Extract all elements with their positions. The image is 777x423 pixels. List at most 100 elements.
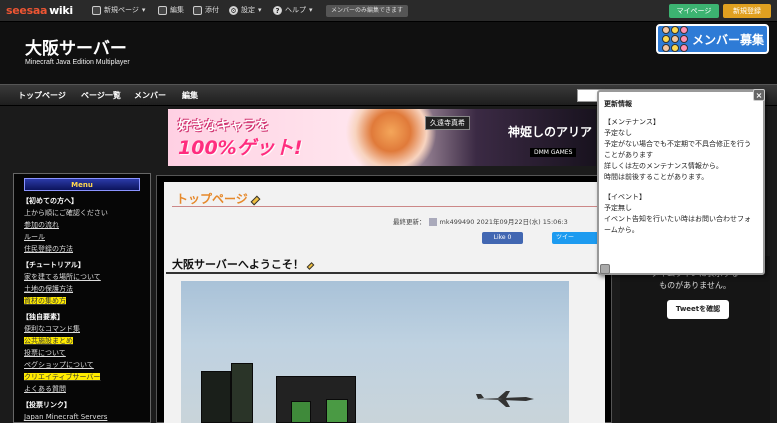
menu-section-title: 【独自要素】 [22, 313, 64, 321]
edit-menu[interactable]: 編集 [158, 5, 184, 15]
menu-section-title: 【投票リンク】 [22, 401, 71, 409]
tweet-button[interactable]: ツイー [552, 232, 600, 244]
settings-label: 設定 [241, 6, 255, 14]
banner-line1: 好きなキャラを [178, 119, 270, 134]
menu-link-voting[interactable]: 投票について [14, 347, 150, 359]
timeline-message-line: ものがありません。 [659, 281, 731, 290]
recruit-label: メンバー募集 [692, 32, 765, 47]
update-info-popup: 更新情報 【メンテナンス】 予定なし 予定がない場合でも不定期で不具合修正を行う… [597, 90, 765, 275]
build-block [326, 399, 348, 423]
menu-link-resident-registration[interactable]: 住民登録の方法 [14, 243, 150, 255]
airplane-icon [476, 391, 534, 407]
menu-title: Menu [24, 178, 140, 191]
ad-banner[interactable]: 好きなキャラを 100%ゲット! 久遠寺真希 神姫しのアリア DMM GAMES [168, 109, 596, 166]
menu-section-title: 【チュートリアル】 [22, 261, 85, 269]
build-block [291, 401, 311, 423]
popup-line: イベント告知を行いたい時はお問い合わせフォ [604, 216, 751, 223]
pencil-icon[interactable] [250, 195, 261, 206]
edit-icon [158, 5, 167, 15]
gear-icon: ⚙ [229, 5, 238, 15]
popup-title: 更新情報 [604, 101, 632, 108]
menu-link-join-flow[interactable]: 参加の流れ [14, 219, 150, 231]
popup-line: 【イベント】 [604, 194, 646, 201]
site-subtitle: Minecraft Java Edition Multiplayer [25, 59, 130, 66]
menu-link-public-facilities[interactable]: 公共施設まとめ [14, 335, 150, 347]
menu-link-land-protection[interactable]: 土地の保護方法 [14, 283, 150, 295]
attach-label: 添付 [205, 6, 219, 14]
page-title: トップページ [176, 190, 261, 207]
help-label: ヘルプ [285, 6, 306, 14]
member-faces-icon [662, 26, 688, 52]
updated-date: 2021年09月22日(水) 15:06:3 [476, 218, 568, 226]
resize-handle-icon[interactable] [600, 264, 610, 274]
site-header: 大阪サーバー Minecraft Java Edition Multiplaye… [0, 22, 777, 84]
new-page-icon [92, 5, 101, 15]
popup-line: 予定無し [604, 205, 632, 212]
member-recruit-button[interactable]: メンバー募集 [656, 24, 769, 54]
help-menu[interactable]: ? ヘルプ ▾ [273, 5, 313, 15]
side-menu: Menu 【初めての方へ】 上から順にご確認ください 参加の流れ ルール 住民登… [13, 173, 151, 423]
updated-user[interactable]: mk499490 [440, 218, 475, 226]
heading-text: 大阪サーバーへようこそ！ [172, 258, 304, 271]
page-title-text: トップページ [176, 192, 248, 206]
close-icon[interactable]: × [753, 89, 765, 101]
banner-game-title: 神姫しのアリア [508, 125, 593, 139]
menu-link-faq[interactable]: よくある質問 [14, 383, 150, 395]
nav-page-list[interactable]: ページ一覧 [81, 90, 121, 101]
user-icon [428, 218, 437, 226]
last-updated: 最終更新： mk499490 2021年09月22日(水) 15:06:3 [393, 216, 568, 226]
logo-suffix: wiki [49, 4, 73, 17]
menu-note: 上から順にご確認ください [24, 209, 108, 217]
popup-line: 詳しくは左のメンテナンス情報から。 [604, 163, 723, 170]
section-heading: 大阪サーバーへようこそ！ [172, 256, 315, 272]
logo-text: seesaa [6, 4, 48, 17]
divider [172, 206, 602, 207]
menu-link-commands[interactable]: 便利なコマンド集 [14, 323, 150, 335]
site-title[interactable]: 大阪サーバー [25, 34, 127, 59]
heading-underline [166, 272, 602, 274]
attach-menu[interactable]: 添付 [193, 5, 219, 15]
popup-line: 【メンテナンス】 [604, 119, 660, 126]
check-tweet-button[interactable]: Tweetを確認 [667, 300, 729, 319]
menu-link-build-location[interactable]: 家を建てる場所について [14, 271, 150, 283]
popup-line: 予定がない場合でも不定期で不具合修正を行う [604, 141, 751, 148]
banner-character-name: 久遠寺真希 [425, 116, 470, 130]
caret-down-icon: ▾ [309, 6, 313, 14]
attach-icon [193, 5, 202, 15]
new-page-label: 新規ページ [104, 6, 139, 14]
highlight-text: 公共施設まとめ [24, 337, 73, 345]
highlight-text: クリエイティブサーバー [24, 373, 101, 381]
menu-link-gather-materials[interactable]: 資材の集め方 [14, 295, 150, 307]
nav-members[interactable]: メンバー [134, 90, 166, 101]
menu-link-creative-server[interactable]: クリエイティブサーバー [14, 371, 150, 383]
nav-top-page[interactable]: トップページ [18, 90, 66, 101]
popup-line: ームから。 [604, 227, 639, 234]
settings-menu[interactable]: ⚙ 設定 ▾ [229, 5, 262, 15]
build-block [231, 363, 253, 423]
banner-maker: DMM GAMES [530, 148, 577, 157]
facebook-like-button[interactable]: Like 0 [482, 232, 523, 244]
popup-line: 予定なし [604, 130, 632, 137]
pencil-icon[interactable] [306, 262, 315, 270]
menu-link-peg-shop[interactable]: ペグショップについて [14, 359, 150, 371]
popup-line: 時間は前後することがあります。 [604, 174, 709, 181]
nav-edit[interactable]: 編集 [182, 90, 198, 101]
seesaa-logo[interactable]: seesaa wiki [6, 4, 73, 17]
menu-link-jms[interactable]: Japan Minecraft Servers [14, 411, 150, 423]
banner-line2: 100%ゲット! [178, 137, 303, 159]
help-icon: ? [273, 5, 282, 15]
minecraft-screenshot [181, 281, 569, 423]
popup-gap [604, 183, 758, 192]
register-button[interactable]: 新規登録 [723, 4, 771, 18]
highlight-text: 資材の集め方 [24, 297, 66, 305]
popup-line: ことがあります [604, 152, 653, 159]
caret-down-icon: ▾ [141, 6, 146, 14]
edit-label: 編集 [170, 6, 184, 14]
members-only-badge: メンバーのみ編集できます [326, 5, 409, 17]
menu-link-rules[interactable]: ルール [14, 231, 150, 243]
new-page-menu[interactable]: 新規ページ ▾ [92, 5, 145, 15]
caret-down-icon: ▾ [258, 6, 262, 14]
mypage-button[interactable]: マイページ [669, 4, 719, 18]
updated-label: 最終更新： [393, 218, 426, 226]
menu-section-title: 【初めての方へ】 [22, 197, 78, 205]
